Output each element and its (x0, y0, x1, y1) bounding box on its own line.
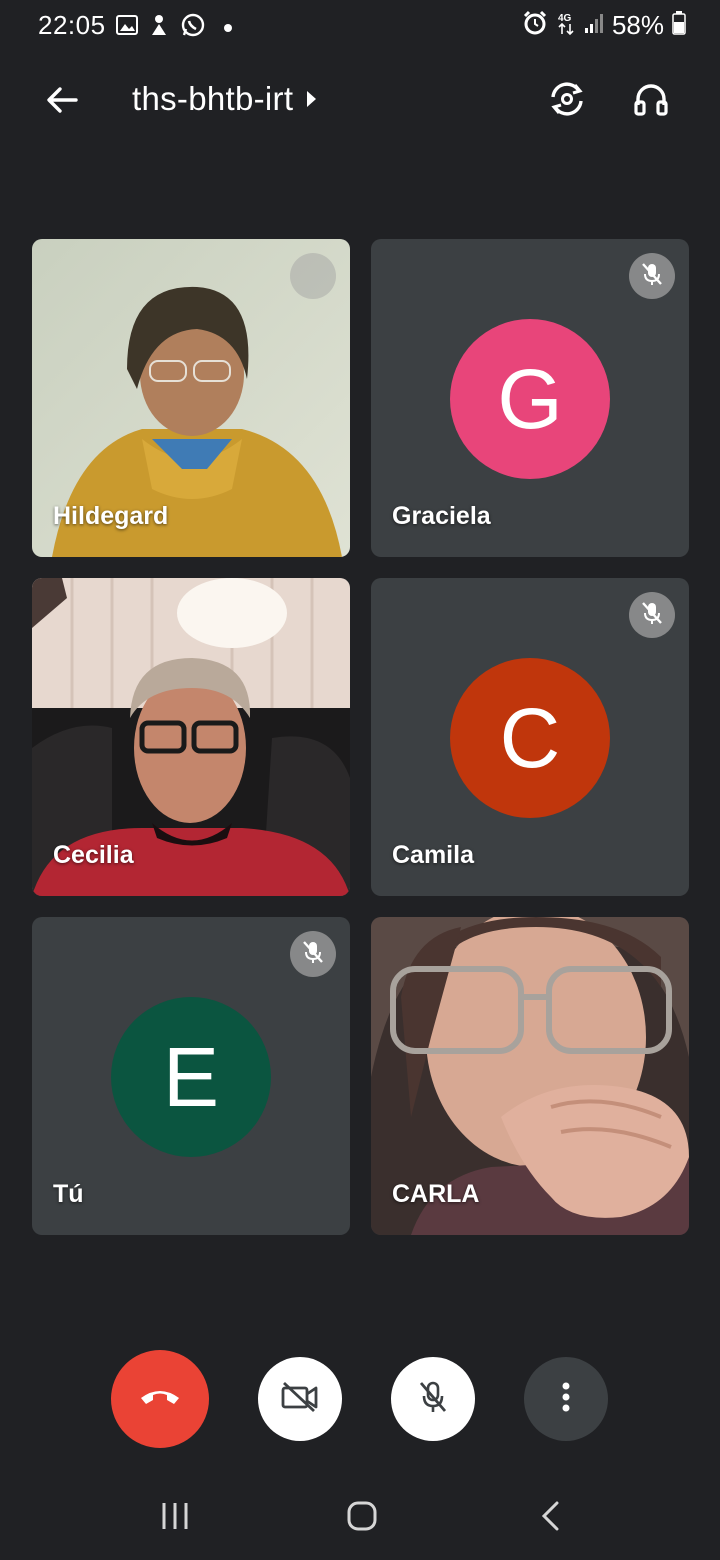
avatar: G (450, 319, 610, 479)
signal-icon (584, 12, 604, 39)
audio-output-button[interactable] (626, 76, 676, 126)
avatar: C (450, 658, 610, 818)
more-options-button[interactable] (524, 1357, 608, 1441)
participant-name: Camila (392, 841, 474, 869)
participant-tile-cecilia[interactable]: Cecilia (32, 578, 350, 896)
avatar-initial: E (162, 1029, 220, 1124)
system-back-button[interactable] (520, 1496, 580, 1540)
whatsapp-icon (180, 12, 206, 43)
recents-icon (160, 1501, 190, 1536)
camera-off-icon (280, 1380, 320, 1419)
alarm-icon (522, 10, 548, 41)
home-button[interactable] (332, 1496, 392, 1540)
battery-percent: 58% (611, 10, 664, 40)
battery-icon (672, 11, 686, 40)
mute-indicator (629, 253, 675, 299)
mic-toggle-button[interactable] (391, 1357, 475, 1441)
back-icon (539, 1500, 561, 1537)
participant-name: Cecilia (53, 841, 134, 869)
mic-off-icon (638, 260, 666, 293)
participant-tile-camila[interactable]: C Camila (371, 578, 689, 896)
meeting-code: ths-bhtb-irt (132, 80, 294, 117)
notification-icon (148, 13, 170, 42)
mic-off-icon (638, 599, 666, 632)
system-nav-bar (0, 1476, 720, 1560)
meeting-details-button[interactable]: ths-bhtb-irt (132, 80, 317, 118)
svg-text:4G: 4G (558, 13, 572, 24)
back-button[interactable] (36, 80, 88, 124)
dot-icon (224, 23, 232, 32)
participant-tile-self[interactable]: E Tú (32, 917, 350, 1235)
mute-indicator (629, 592, 675, 638)
mute-indicator (290, 931, 336, 977)
status-bar: 22:05 4G 58% (0, 0, 720, 52)
mute-indicator (290, 253, 336, 299)
participant-name: Graciela (392, 502, 491, 530)
end-call-button[interactable] (111, 1350, 209, 1448)
participant-tile-hildegard[interactable]: Hildegard (32, 239, 350, 557)
headphones-icon (633, 81, 669, 122)
avatar-initial: G (497, 351, 563, 446)
more-vert-icon (561, 1381, 571, 1418)
4g-icon: 4G (556, 10, 576, 41)
participant-tile-graciela[interactable]: G Graciela (371, 239, 689, 557)
avatar: E (111, 997, 271, 1157)
participant-tile-carla[interactable]: CARLA (371, 917, 689, 1235)
participant-name: Hildegard (53, 502, 169, 530)
app-header: ths-bhtb-irt (0, 62, 720, 142)
recents-button[interactable] (145, 1496, 205, 1540)
mic-off-icon (416, 1379, 450, 1420)
status-time: 22:05 (38, 10, 106, 40)
mic-off-icon (299, 938, 327, 971)
home-icon (346, 1500, 378, 1537)
camera-toggle-button[interactable] (258, 1357, 342, 1441)
back-arrow-icon (46, 86, 78, 119)
participant-name: CARLA (392, 1180, 480, 1208)
switch-camera-icon (547, 79, 587, 124)
switch-camera-button[interactable] (542, 76, 592, 126)
avatar-initial: C (499, 690, 561, 785)
end-call-icon (138, 1386, 182, 1413)
gallery-icon (116, 14, 138, 41)
caret-right-icon (307, 91, 317, 107)
participant-name: Tú (53, 1180, 84, 1208)
